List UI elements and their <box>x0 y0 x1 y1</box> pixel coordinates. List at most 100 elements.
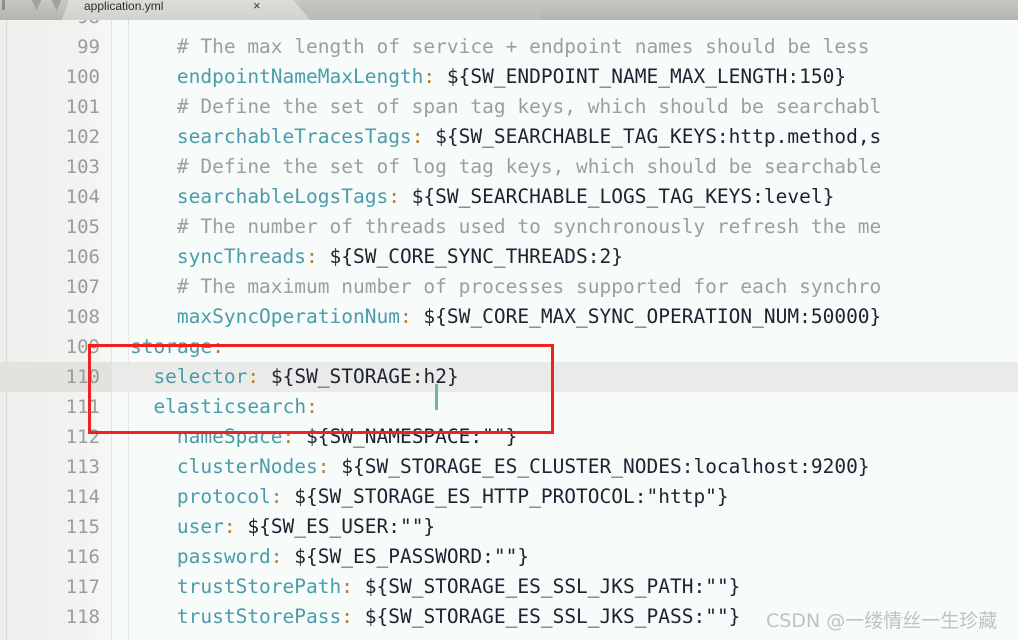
code-text: trustStorePath: ${SW_STORAGE_ES_SSL_JKS_… <box>177 572 741 602</box>
code-line[interactable]: 113 clusterNodes: ${SW_STORAGE_ES_CLUSTER… <box>0 452 1018 482</box>
yaml-key: syncThreads <box>176 245 307 268</box>
line-number: 102 <box>65 126 100 148</box>
code-line[interactable]: 104 searchableLogsTags: ${SW_SEARCHABLE_L… <box>0 182 1018 212</box>
line-number: 107 <box>65 276 100 298</box>
line-number: 104 <box>65 186 100 208</box>
yaml-key: trustStorePass <box>176 605 342 628</box>
yaml-value: ${SW_SEARCHABLE_LOGS_TAG_KEYS:level} <box>399 185 835 208</box>
arrow-down-icon[interactable] <box>50 0 63 11</box>
line-number: 100 <box>65 66 100 88</box>
yaml-value: ${SW_SEARCHABLE_TAG_KEYS:http.method,s <box>423 125 882 148</box>
line-number: 118 <box>65 606 100 628</box>
ide-window: application.yml × 98 instanceNameMaxLeng… <box>0 0 1018 640</box>
code-line[interactable]: 112 nameSpace: ${SW_NAMESPACE:""} <box>0 422 1018 452</box>
line-number: 112 <box>65 426 100 448</box>
close-icon[interactable]: × <box>253 0 261 13</box>
code-line[interactable]: 108 maxSyncOperationNum: ${SW_CORE_MAX_SY… <box>0 302 1018 332</box>
yaml-key: elasticsearch <box>153 395 307 418</box>
yaml-key: storage <box>130 335 213 358</box>
yaml-comment: # The max length of service + endpoint n… <box>176 35 870 58</box>
code-editor[interactable]: 98 instanceNameMaxLength: ${SW_INSTANCE_… <box>0 20 1018 640</box>
yaml-value: ${SW_NAMESPACE:""} <box>294 425 518 448</box>
code-text: user: ${SW_ES_USER:""} <box>177 512 435 542</box>
code-text: searchableLogsTags: ${SW_SEARCHABLE_LOGS… <box>177 182 834 212</box>
line-number: 109 <box>65 336 100 358</box>
code-text: maxSyncOperationNum: ${SW_CORE_MAX_SYNC_… <box>177 302 881 332</box>
arrow-down-icon[interactable] <box>30 0 43 11</box>
code-text: # The number of threads used to synchron… <box>177 212 881 242</box>
code-text: clusterNodes: ${SW_STORAGE_ES_CLUSTER_NO… <box>177 452 870 482</box>
line-number: 103 <box>65 156 100 178</box>
line-number: 105 <box>65 216 100 238</box>
code-text: # Define the set of span tag keys, which… <box>177 92 881 122</box>
editor-tab-application-yml[interactable]: application.yml × <box>62 0 310 20</box>
line-number: 101 <box>65 96 100 118</box>
line-number: 99 <box>77 36 100 58</box>
yaml-colon: : <box>411 125 424 148</box>
yaml-value: ${SW_ES_USER:""} <box>235 515 436 538</box>
yaml-colon: : <box>212 335 224 358</box>
code-line[interactable]: 105 # The number of threads used to synch… <box>0 212 1018 242</box>
yaml-value: ${SW_STORAGE_ES_SSL_JKS_PASS:""} <box>353 605 741 628</box>
yaml-key: password <box>176 545 271 568</box>
code-text: # The maximum number of processes suppor… <box>177 272 881 302</box>
code-line[interactable]: 100 endpointNameMaxLength: ${SW_ENDPOINT_… <box>0 62 1018 92</box>
code-text: password: ${SW_ES_PASSWORD:""} <box>177 542 529 572</box>
yaml-colon: : <box>270 545 283 568</box>
code-text: endpointNameMaxLength: ${SW_ENDPOINT_NAM… <box>177 62 846 92</box>
line-number: 114 <box>65 486 100 508</box>
yaml-colon: : <box>423 65 436 88</box>
yaml-key: selector <box>153 365 248 388</box>
yaml-comment: # Define the set of span tag keys, which… <box>176 95 882 118</box>
code-text: # The max length of service + endpoint n… <box>177 32 870 62</box>
tab-label: application.yml <box>84 0 164 13</box>
yaml-comment: # The number of threads used to synchron… <box>176 215 882 238</box>
code-text: storage: <box>130 332 224 362</box>
yaml-colon: : <box>270 485 283 508</box>
toolbar-divider <box>2 0 5 10</box>
code-text: searchableTracesTags: ${SW_SEARCHABLE_TA… <box>177 122 881 152</box>
yaml-colon: : <box>306 395 318 418</box>
code-line[interactable]: 115 user: ${SW_ES_USER:""} <box>0 512 1018 542</box>
yaml-colon: : <box>282 425 295 448</box>
yaml-colon: : <box>306 245 318 268</box>
code-line[interactable]: 103 # Define the set of log tag keys, whi… <box>0 152 1018 182</box>
yaml-colon: : <box>223 515 236 538</box>
clipped-top-line: 98 instanceNameMaxLength: ${SW_INSTANCE_… <box>0 20 1018 32</box>
line-number: 106 <box>65 246 100 268</box>
yaml-key: searchableTracesTags <box>176 125 412 148</box>
code-line[interactable]: 109 storage: <box>0 332 1018 362</box>
yaml-colon: : <box>388 185 400 208</box>
yaml-value: ${SW_CORE_MAX_SYNC_OPERATION_NUM:50000} <box>411 305 882 328</box>
code-line[interactable]: 107 # The maximum number of processes sup… <box>0 272 1018 302</box>
code-line[interactable]: 101 # Define the set of span tag keys, wh… <box>0 92 1018 122</box>
yaml-value: ${SW_ENDPOINT_NAME_MAX_LENGTH:150} <box>435 65 847 88</box>
text-caret <box>434 384 438 410</box>
yaml-colon: : <box>399 305 412 328</box>
code-text: # Define the set of log tag keys, which … <box>177 152 881 182</box>
code-line[interactable]: 99 # The max length of service + endpoint… <box>0 32 1018 62</box>
code-line[interactable]: 111 elasticsearch: <box>0 392 1018 422</box>
yaml-key: user <box>176 515 224 538</box>
code-line[interactable]: 114 protocol: ${SW_STORAGE_ES_HTTP_PROTOC… <box>0 482 1018 512</box>
code-text: nameSpace: ${SW_NAMESPACE:""} <box>177 422 517 452</box>
code-line[interactable]: 110 selector: ${SW_STORAGE:h2} <box>0 362 1018 392</box>
yaml-colon: : <box>247 365 260 388</box>
line-number: 108 <box>65 306 100 328</box>
yaml-value: ${SW_STORAGE_ES_HTTP_PROTOCOL:"http"} <box>282 485 729 508</box>
yaml-value: ${SW_STORAGE_ES_SSL_JKS_PATH:""} <box>353 575 741 598</box>
editor-tab-inactive[interactable] <box>300 0 540 20</box>
line-number: 113 <box>65 456 100 478</box>
line-number: 111 <box>65 396 100 418</box>
code-line[interactable]: 117 trustStorePath: ${SW_STORAGE_ES_SSL_J… <box>0 572 1018 602</box>
yaml-key: searchableLogsTags <box>176 185 389 208</box>
code-line[interactable]: 116 password: ${SW_ES_PASSWORD:""} <box>0 542 1018 572</box>
yaml-colon: : <box>341 575 353 598</box>
line-number: 115 <box>65 516 100 538</box>
code-line[interactable]: 102 searchableTracesTags: ${SW_SEARCHABLE… <box>0 122 1018 152</box>
yaml-value: ${SW_CORE_SYNC_THREADS:2} <box>317 245 624 268</box>
code-line[interactable]: 106 syncThreads: ${SW_CORE_SYNC_THREADS:2… <box>0 242 1018 272</box>
yaml-key: maxSyncOperationNum <box>176 305 400 328</box>
line-number: 116 <box>65 546 100 568</box>
editor-tab-strip: application.yml × <box>0 0 1018 20</box>
